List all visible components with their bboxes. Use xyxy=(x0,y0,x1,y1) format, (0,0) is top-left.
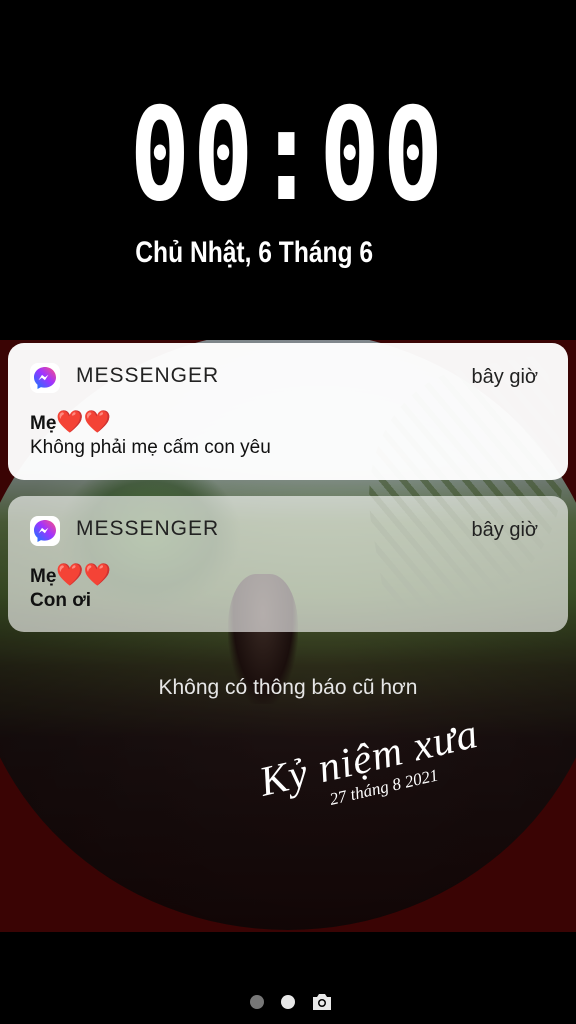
notification-sender: Mẹ❤️❤️ xyxy=(30,562,111,588)
notification-message: Không phải mẹ cấm con yêu xyxy=(30,437,271,458)
notification-card[interactable]: MESSENGER bây giờ Mẹ❤️❤️ Con ơi xyxy=(8,496,568,632)
notification-card[interactable]: MESSENGER bây giờ Mẹ❤️❤️ Không phải mẹ c… xyxy=(8,343,568,480)
no-older-notifications: Không có thông báo cũ hơn xyxy=(158,676,418,699)
notification-time: bây giờ xyxy=(471,519,538,541)
heart-emoji: ❤️❤️ xyxy=(56,409,112,434)
heart-emoji: ❤️❤️ xyxy=(56,562,112,587)
messenger-icon xyxy=(30,516,60,546)
date: Chủ Nhật, 6 Tháng 6 xyxy=(135,236,374,269)
camera-icon[interactable] xyxy=(311,992,333,1016)
sender-name: Mẹ xyxy=(30,413,57,434)
notification-app-name: MESSENGER xyxy=(76,364,220,387)
clock: 00:00 xyxy=(129,81,447,230)
page-indicator xyxy=(0,992,576,1012)
notification-sender: Mẹ❤️❤️ xyxy=(30,409,111,435)
messenger-icon xyxy=(30,363,60,393)
notification-message: Con ơi xyxy=(30,590,91,611)
notification-app-name: MESSENGER xyxy=(76,517,220,540)
notification-time: bây giờ xyxy=(471,366,538,388)
page-dot-active[interactable] xyxy=(281,995,295,1009)
sender-name: Mẹ xyxy=(30,566,57,587)
page-dot[interactable] xyxy=(250,995,264,1009)
notification-header: MESSENGER bây giờ xyxy=(30,363,538,393)
notification-header: MESSENGER bây giờ xyxy=(30,516,538,546)
